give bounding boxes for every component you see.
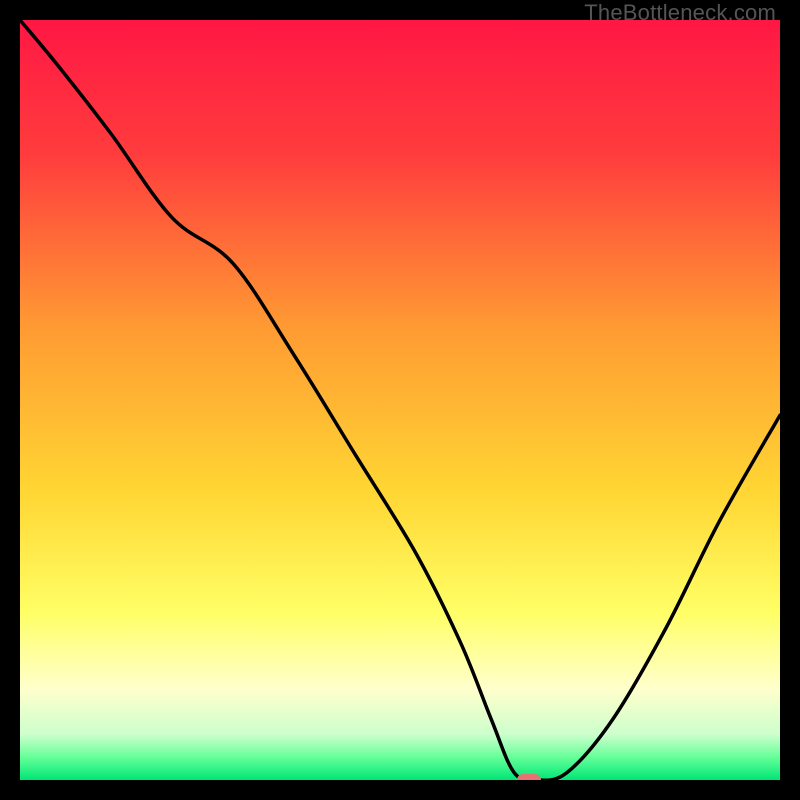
bottleneck-curve bbox=[20, 20, 780, 780]
optimal-point-marker bbox=[517, 774, 541, 780]
chart-frame: TheBottleneck.com bbox=[0, 0, 800, 800]
plot-area bbox=[20, 20, 780, 780]
curve-layer bbox=[20, 20, 780, 780]
